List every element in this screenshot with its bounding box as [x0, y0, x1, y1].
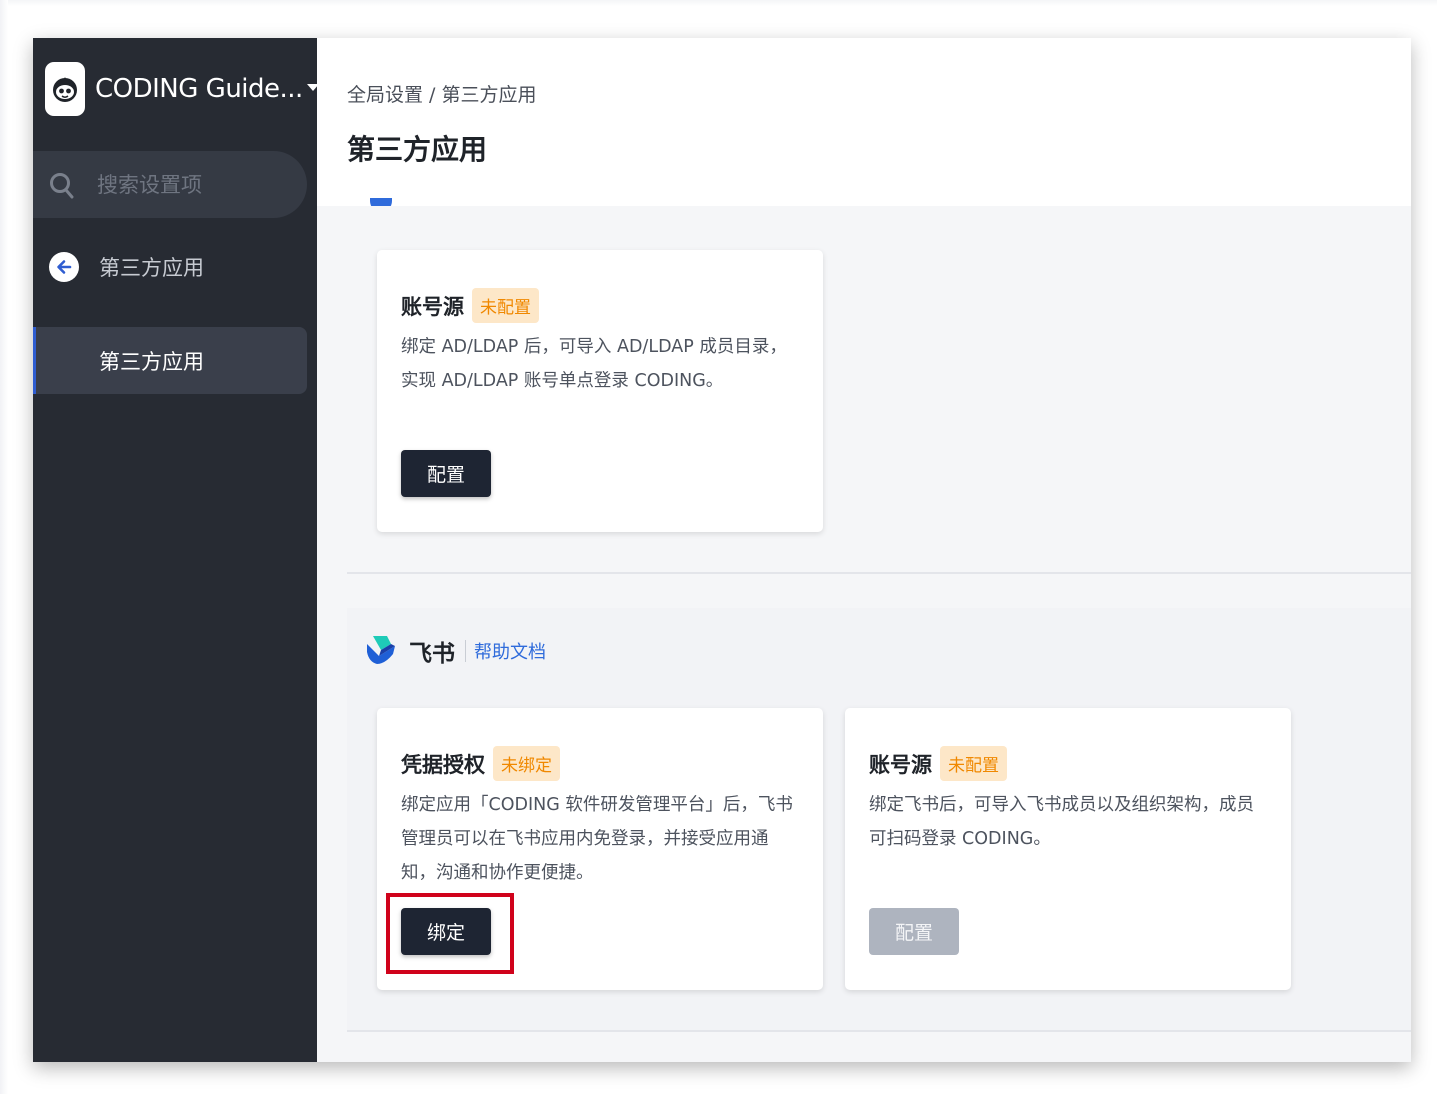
page-title: 第三方应用 — [347, 133, 488, 166]
configure-button[interactable]: 配置 — [401, 450, 491, 497]
scroll-area[interactable]: 账号源 未配置 绑定 AD/LDAP 后，可导入 AD/LDAP 成员目录，实现… — [317, 198, 1411, 1062]
lark-icon — [367, 636, 395, 664]
main-content: 全局设置 / 第三方应用 第三方应用 账号源 未配置 绑定 AD/LDAP 后，… — [317, 38, 1411, 1062]
card-title: 账号源 未配置 — [869, 746, 1007, 781]
lark-credential-card: 凭据授权 未绑定 绑定应用「CODING 软件研发管理平台」后，飞书管理员可以在… — [377, 708, 823, 990]
search-icon — [50, 172, 74, 198]
section-header: 飞书 帮助文档 — [365, 634, 546, 668]
screenshot-top-edge — [0, 0, 1437, 6]
card-name: 账号源 — [401, 294, 464, 319]
status-badge: 未绑定 — [493, 746, 560, 781]
sidebar: CODING Guide... 第三方应用 第三方应用 — [33, 38, 319, 1062]
active-indicator — [33, 327, 36, 394]
bind-button[interactable]: 绑定 — [401, 908, 491, 955]
card-title: 凭据授权 未绑定 — [401, 746, 560, 781]
section-title: 飞书 — [409, 641, 455, 667]
sidebar-item-label: 第三方应用 — [99, 349, 204, 374]
search-input[interactable] — [95, 171, 279, 198]
lark-account-source-card: 账号源 未配置 绑定飞书后，可导入飞书成员以及组织架构，成员可扫码登录 CODI… — [845, 708, 1291, 990]
ldap-account-source-card: 账号源 未配置 绑定 AD/LDAP 后，可导入 AD/LDAP 成员目录，实现… — [377, 250, 823, 532]
help-docs-link[interactable]: 帮助文档 — [474, 638, 546, 664]
card-name: 账号源 — [869, 752, 932, 777]
ldap-section: 账号源 未配置 绑定 AD/LDAP 后，可导入 AD/LDAP 成员目录，实现… — [347, 206, 1411, 574]
status-badge: 未配置 — [472, 288, 539, 323]
back-button[interactable]: 第三方应用 — [49, 252, 204, 282]
card-description: 绑定 AD/LDAP 后，可导入 AD/LDAP 成员目录，实现 AD/LDAP… — [401, 337, 787, 391]
sidebar-item-third-party-apps[interactable]: 第三方应用 — [33, 327, 307, 394]
card-description: 绑定飞书后，可导入飞书成员以及组织架构，成员可扫码登录 CODING。 — [869, 795, 1254, 849]
octopus-logo-icon — [45, 62, 85, 116]
back-label: 第三方应用 — [99, 256, 204, 280]
card-name: 凭据授权 — [401, 752, 485, 777]
configure-button-disabled[interactable]: 配置 — [869, 908, 959, 955]
lark-section: 飞书 帮助文档 凭据授权 未绑定 绑定应用「CODING 软件研发管理平台」后，… — [347, 608, 1411, 1032]
team-name: CODING Guide... — [95, 74, 303, 104]
settings-search — [33, 151, 307, 218]
divider — [465, 640, 466, 662]
team-switcher[interactable]: CODING Guide... — [45, 62, 319, 116]
card-description: 绑定应用「CODING 软件研发管理平台」后，飞书管理员可以在飞书应用内免登录，… — [401, 795, 793, 883]
app-window: CODING Guide... 第三方应用 第三方应用 全局设置 / 第三方应用 — [33, 38, 1411, 1062]
status-badge: 未配置 — [940, 746, 1007, 781]
arrow-left-icon — [49, 252, 79, 282]
screenshot-left-edge — [0, 0, 8, 1094]
breadcrumb: 全局设置 / 第三方应用 — [347, 84, 537, 106]
card-title: 账号源 未配置 — [401, 288, 539, 323]
